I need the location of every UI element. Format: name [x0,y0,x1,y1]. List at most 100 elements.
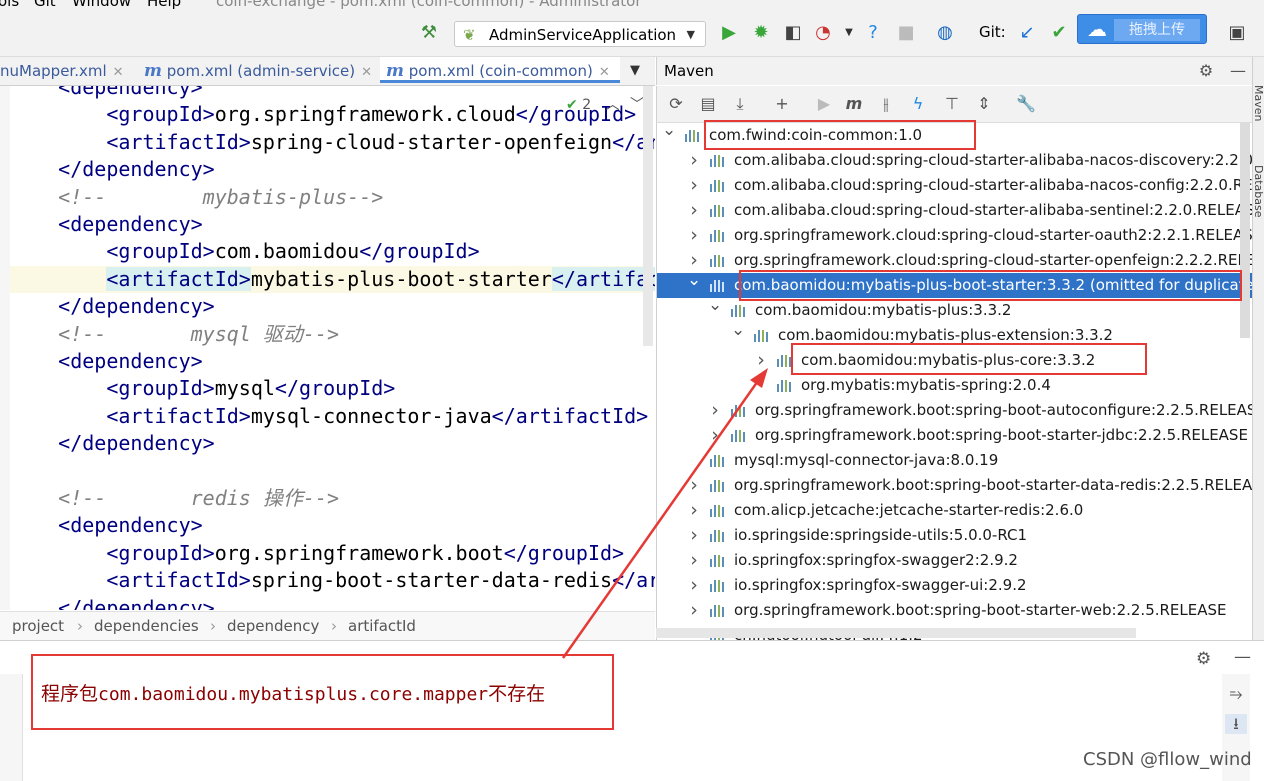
tree-node[interactable]: › org.springframework.boot:spring-boot-st… [657,473,1253,498]
run-icon[interactable]: ▶ [718,22,740,44]
close-icon[interactable]: ✕ [361,65,372,80]
code-line[interactable]: <groupId>mysql</groupId> [10,375,643,402]
chevron-right-icon[interactable]: › [687,198,701,223]
stop-icon[interactable]: ■ [895,22,917,44]
chevron-down-icon[interactable]: ﹀ [630,97,644,113]
tool-window-maven[interactable]: Maven [1252,85,1264,121]
tree-node[interactable]: org.mybatis:mybatis-spring:2.0.4 [657,373,1253,398]
chevron-right-icon[interactable]: › [687,523,701,548]
tree-node[interactable]: › com.alibaba.cloud:spring-cloud-starter-… [657,148,1253,173]
run-icon[interactable]: ▶ [813,94,835,114]
chevron-right-icon[interactable]: › [687,473,701,498]
scroll-to-end-icon[interactable]: ⭳ [1225,714,1247,734]
reload-icon[interactable]: ⟳ [665,94,687,114]
chevron-down-icon[interactable]: ⌄ [731,318,745,343]
hammer-icon[interactable]: ⚒ [418,22,440,44]
chevron-right-icon[interactable]: › [708,398,722,423]
debug-icon[interactable]: ✹ [750,22,772,44]
help-icon[interactable]: ? [862,22,884,44]
show-dependencies-icon[interactable]: ⊤ [941,94,963,114]
code-editor[interactable]: <dependency> <groupId>org.springframewor… [0,86,655,610]
tab-pom-coin-common[interactable]: m pom.xml (coin-common) ✕ [380,57,620,83]
profile-icon[interactable]: ◔ [812,22,834,44]
chevron-right-icon[interactable]: › [754,348,768,373]
code-line[interactable]: <artifactId>spring-boot-starter-data-red… [10,567,655,594]
chevron-right-icon[interactable]: › [687,598,701,623]
code-line[interactable]: <!-- mybatis-plus--> [10,184,643,211]
maven-horizontal-scrollbar[interactable] [656,628,1136,638]
add-icon[interactable]: + [771,94,793,114]
chevron-right-icon[interactable]: › [687,548,701,573]
tab-pom-admin-service[interactable]: m pom.xml (admin-service) ✕ [144,57,374,85]
editor-gutter[interactable] [0,86,10,610]
breadcrumb-dependencies[interactable]: dependencies [94,617,199,635]
code-line[interactable]: <artifactId>mysql-connector-java</artifa… [10,403,648,430]
close-icon[interactable]: ✕ [599,65,610,80]
toggle-offline-icon[interactable]: ⫲ [875,94,897,114]
chevron-up-icon[interactable]: ︿ [606,97,620,113]
chevron-down-icon[interactable]: ⌄ [708,293,722,318]
tree-node[interactable]: › com.alibaba.cloud:spring-cloud-starter-… [657,198,1253,223]
code-line[interactable]: <groupId>org.springframework.cloud</grou… [10,101,643,128]
breadcrumb-artifactid[interactable]: artifactId [348,617,416,635]
chevron-right-icon[interactable]: › [687,173,701,198]
translate-icon[interactable]: ◍ [934,22,956,44]
git-update-icon[interactable]: ↙ [1016,22,1038,44]
tree-node[interactable]: › io.springfox:springfox-swagger-ui:2.9.2 [657,573,1253,598]
tree-node[interactable]: › org.springframework.boot:spring-boot-st… [657,598,1253,623]
tree-node[interactable]: › io.springside:springside-utils:5.0.0-RC… [657,523,1253,548]
chevron-right-icon[interactable]: › [687,498,701,523]
chevron-right-icon[interactable]: › [687,223,701,248]
code-line[interactable]: <groupId>com.baomidou</groupId> [10,238,643,265]
profile-dropdown-icon[interactable]: ▼ [838,22,860,44]
gear-icon[interactable]: ⚙ [1196,649,1211,669]
code-line[interactable]: </dependency> [10,430,643,457]
layout-icon[interactable]: ▣ [1226,22,1248,44]
tree-node[interactable]: › org.springframework.boot:spring-boot-au… [657,398,1253,423]
code-line[interactable]: <dependency> [10,211,643,238]
gear-icon[interactable]: ⚙ [1195,61,1217,81]
close-icon[interactable]: ✕ [113,65,124,80]
code-line[interactable]: </dependency> [10,595,643,610]
breadcrumb-project[interactable]: project [12,617,64,635]
menu-window[interactable]: Window [72,0,131,10]
code-line[interactable]: </dependency> [10,293,643,320]
menu-git[interactable]: Git [34,0,56,10]
menu-help[interactable]: Help [147,0,181,10]
minimize-icon[interactable]: — [1227,61,1249,81]
tree-node[interactable]: › com.alibaba.cloud:spring-cloud-starter-… [657,173,1253,198]
maven-scrollbar[interactable] [1240,123,1250,338]
code-line[interactable]: <dependency> [10,86,643,101]
tree-node[interactable]: › org.springframework.cloud:spring-cloud-… [657,223,1253,248]
download-icon[interactable]: ⤓ [729,94,751,114]
code-line[interactable]: <artifactId>spring-cloud-starter-openfei… [10,129,655,156]
run-configuration-select[interactable]: ❦ AdminServiceApplication ▼ [454,21,706,47]
code-line[interactable]: <dependency> [10,512,643,539]
breadcrumb-dependency[interactable]: dependency [227,617,319,635]
maven-dependency-tree[interactable]: ⌄ com.fwind:coin-common:1.0 › com.alibaba.c… [656,123,1253,640]
code-line[interactable] [10,458,643,485]
tree-node[interactable]: › io.springfox:springfox-swagger2:2.9.2 [657,548,1253,573]
chevron-down-icon[interactable]: ⌄ [687,268,701,293]
chevron-right-icon[interactable]: › [687,573,701,598]
git-commit-icon[interactable]: ✔ [1048,22,1070,44]
upload-button[interactable]: ☁ 拖拽上传 [1077,14,1207,44]
tree-node[interactable]: ⌄ com.baomidou:mybatis-plus:3.3.2 [657,295,1253,323]
editor-scrollbar[interactable] [643,86,653,346]
generate-sources-icon[interactable]: ▤ [697,94,719,114]
code-line[interactable]: </dependency> [10,156,643,183]
code-line[interactable]: <artifactId>mybatis-plus-boot-starter</a… [10,265,655,293]
skip-tests-icon[interactable]: ϟ [907,94,929,114]
maven-goal-icon[interactable]: m [843,94,865,114]
tabs-dropdown-icon[interactable]: ▼ [630,57,640,85]
minimize-icon[interactable]: — [1234,647,1251,667]
code-line[interactable]: <groupId>org.springframework.boot</group… [10,540,643,567]
tree-node[interactable]: › com.alicp.jetcache:jetcache-starter-red… [657,498,1253,523]
tree-node[interactable]: › org.springframework.boot:spring-boot-st… [657,423,1253,448]
chevron-right-icon[interactable]: › [708,423,722,448]
code-line[interactable]: <dependency> [10,348,643,375]
code-line[interactable]: <!-- mysql 驱动--> [10,321,643,348]
tab-menu-mapper[interactable]: nuMapper.xml ✕ [0,57,136,85]
collapse-all-icon[interactable]: ⇕ [973,94,995,114]
chevron-right-icon[interactable]: › [687,148,701,173]
